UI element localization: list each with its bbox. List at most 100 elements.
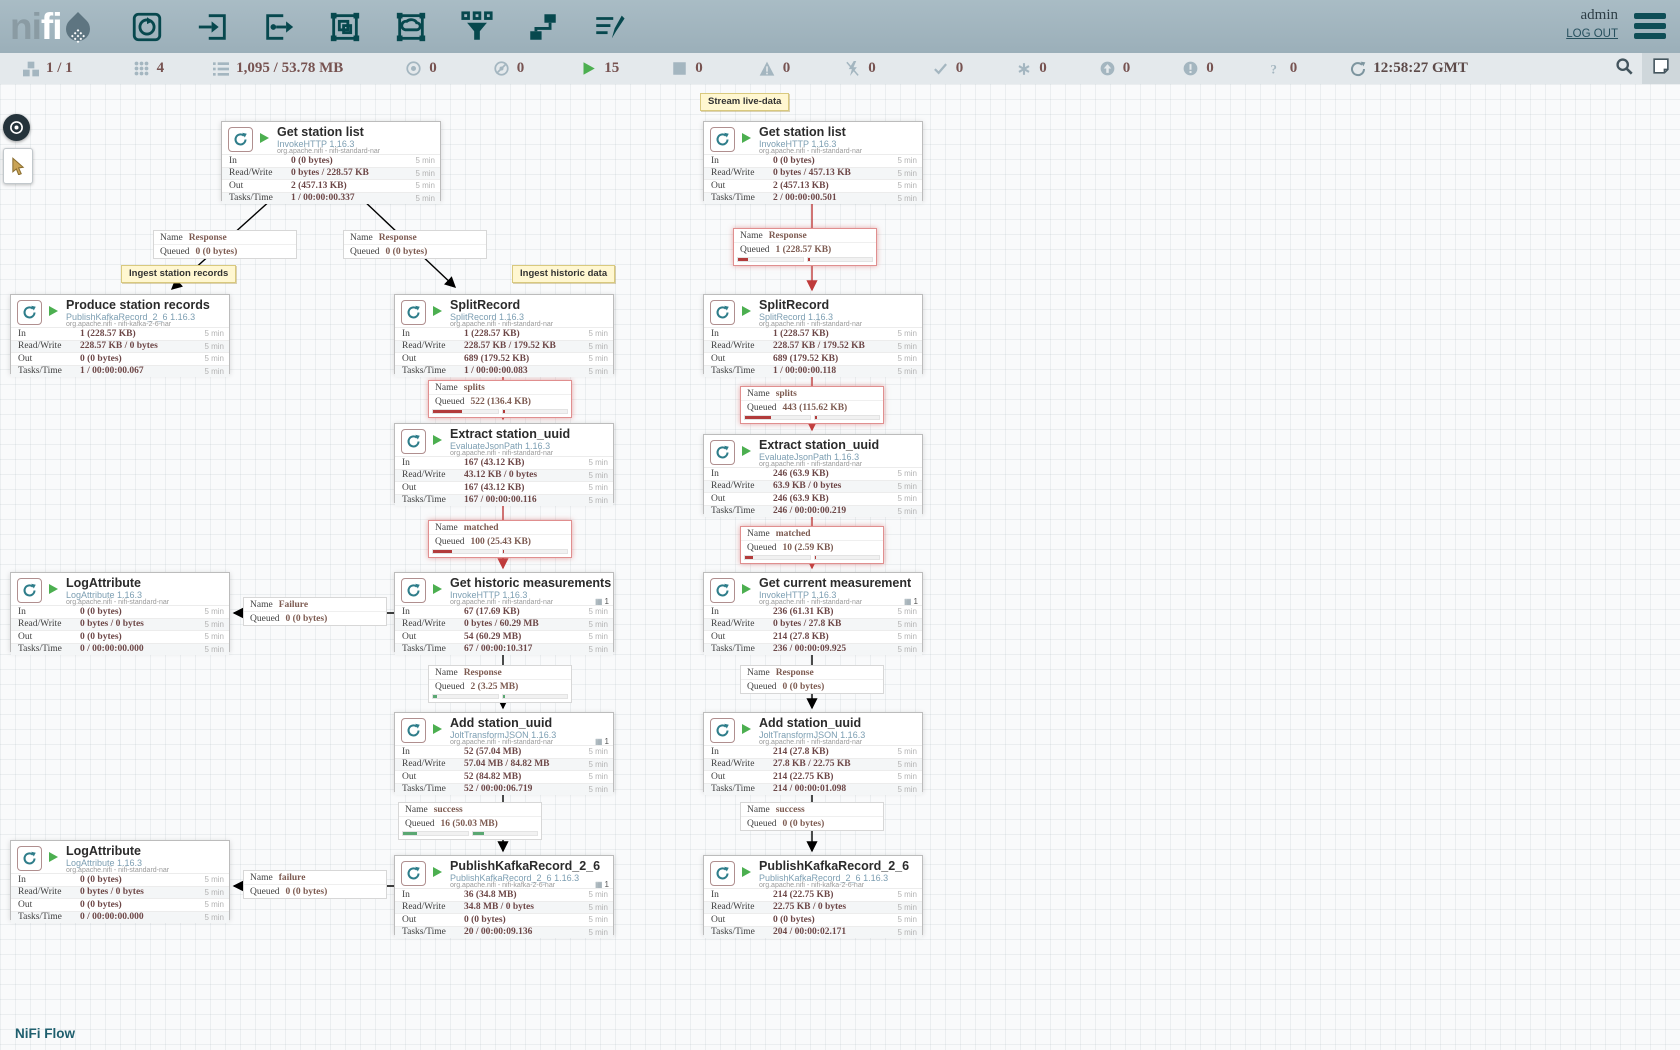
- locally-modified-icon: [1015, 60, 1032, 77]
- status-stale: 0: [1099, 60, 1131, 77]
- processor-get-station-list-left[interactable]: Get station list InvokeHTTP 1.16.3 org.a…: [221, 121, 441, 201]
- connection-response-to-splitrecord-left[interactable]: NameResponse Queued0 (0 bytes): [343, 230, 487, 259]
- processor-bundle: org.apache.nifi - nifi-standard-nar: [450, 450, 553, 457]
- stat-label: Tasks/Time: [704, 193, 773, 203]
- processor-logattribute-top[interactable]: LogAttribute LogAttribute 1.16.3 org.apa…: [10, 572, 230, 652]
- processor-title: Add station_uuid: [450, 716, 552, 730]
- connection-splits-right[interactable]: Namesplits Queued443 (115.62 KB): [740, 386, 884, 424]
- connection-splits-left[interactable]: Namesplits Queued522 (136.4 KB): [428, 380, 572, 418]
- processor-title: Produce station records: [66, 298, 210, 312]
- stat-tasks-time: 214 / 00:00:01.098: [773, 784, 883, 794]
- stat-out: 2 (457.13 KB): [773, 181, 883, 191]
- processor-splitrecord-left[interactable]: SplitRecord SplitRecord 1.16.3 org.apach…: [394, 294, 614, 374]
- stat-read-write: 22.75 KB / 0 bytes: [773, 902, 883, 912]
- input-port-icon[interactable]: [194, 8, 232, 46]
- remote-process-group-icon[interactable]: [392, 8, 430, 46]
- connection-success-to-publishkafka-left[interactable]: Namesuccess Queued16 (50.03 MB): [398, 802, 542, 840]
- stat-out: 0 (0 bytes): [80, 900, 190, 910]
- processor-title: Get station list: [277, 125, 364, 139]
- stat-window: 5 min: [190, 607, 229, 616]
- birdseye-toggle-button[interactable]: [1642, 53, 1680, 84]
- output-port-icon[interactable]: [260, 8, 298, 46]
- stat-tasks-time: 1 / 00:00:00.083: [464, 366, 574, 376]
- stat-label: Out: [395, 772, 464, 782]
- stat-read-write: 0 bytes / 457.13 KB: [773, 168, 883, 178]
- birdseye-icon: [1653, 58, 1669, 79]
- connection-response-to-splitrecord-right[interactable]: NameResponse Queued1 (228.57 KB): [733, 228, 877, 266]
- processor-logattribute-bottom[interactable]: LogAttribute LogAttribute 1.16.3 org.apa…: [10, 840, 230, 920]
- cluster-icon: [22, 60, 39, 77]
- stat-read-write: 0 bytes / 0 bytes: [80, 887, 190, 897]
- processor-produce-station-records[interactable]: Produce station records PublishKafkaReco…: [10, 294, 230, 374]
- processor-extract-station-uuid-right[interactable]: Extract station_uuid EvaluateJsonPath 1.…: [703, 434, 923, 514]
- stat-label: In: [704, 469, 773, 479]
- processor-type-icon: [710, 440, 735, 465]
- stat-label: In: [395, 607, 464, 617]
- stat-label: Out: [11, 900, 80, 910]
- stat-window: 5 min: [883, 928, 922, 937]
- navigate-palette-toggle[interactable]: [3, 114, 30, 141]
- canvas-label-stream-live-data[interactable]: Stream live-data: [700, 93, 789, 111]
- processor-add-station-uuid-left[interactable]: Add station_uuid JoltTransformJSON 1.16.…: [394, 712, 614, 792]
- stat-label: Tasks/Time: [395, 644, 464, 654]
- connection-response-to-produce[interactable]: NameResponse Queued0 (0 bytes): [153, 230, 297, 259]
- up-to-date-icon: [932, 60, 949, 77]
- stat-out: 0 (0 bytes): [80, 632, 190, 642]
- processor-get-historic-measurements[interactable]: Get historic measurements InvokeHTTP 1.1…: [394, 572, 614, 652]
- stat-out: 689 (179.52 KB): [464, 354, 574, 364]
- label-icon[interactable]: [590, 8, 628, 46]
- funnel-icon[interactable]: [458, 8, 496, 46]
- stat-window: 5 min: [883, 632, 922, 641]
- processor-splitrecord-right[interactable]: SplitRecord SplitRecord 1.16.3 org.apach…: [703, 294, 923, 374]
- stat-in: 1 (228.57 KB): [464, 329, 574, 339]
- threads-grid-icon: ▦: [595, 597, 603, 606]
- status-sync-failure: ? 0: [1266, 60, 1298, 77]
- search-button[interactable]: [1606, 53, 1642, 84]
- canvas-label-ingest-historic-data[interactable]: Ingest historic data: [512, 265, 615, 283]
- stat-window: 5 min: [883, 354, 922, 363]
- current-user: admin: [1566, 7, 1618, 24]
- status-locally-modified: 0: [1015, 60, 1047, 77]
- stat-in: 214 (27.8 KB): [773, 747, 883, 757]
- locally-modified-stale-icon: [1182, 60, 1199, 77]
- connection-matched-left[interactable]: Namematched Queued100 (25.43 KB): [428, 520, 572, 558]
- template-icon[interactable]: [524, 8, 562, 46]
- refresh-icon[interactable]: [1349, 60, 1366, 77]
- stat-label: Read/Write: [11, 887, 80, 897]
- connection-failure-to-logattribute-top[interactable]: NameFailure Queued0 (0 bytes): [243, 597, 387, 626]
- stat-tasks-time: 167 / 00:00:00.116: [464, 495, 574, 505]
- stat-label: Out: [704, 632, 773, 642]
- flow-canvas[interactable]: Stream live-data Ingest station records …: [0, 84, 1680, 1050]
- processor-get-current-measurement[interactable]: Get current measurement InvokeHTTP 1.16.…: [703, 572, 923, 652]
- connection-matched-right[interactable]: Namematched Queued10 (2.59 KB): [740, 526, 884, 564]
- logout-link[interactable]: LOG OUT: [1566, 28, 1618, 40]
- breadcrumb[interactable]: NiFi Flow: [15, 1026, 75, 1041]
- stat-window: 5 min: [883, 329, 922, 338]
- processor-publishkafkarecord-right[interactable]: PublishKafkaRecord_2_6 PublishKafkaRecor…: [703, 855, 923, 935]
- processor-publishkafkarecord-left[interactable]: PublishKafkaRecord_2_6 PublishKafkaRecor…: [394, 855, 614, 935]
- operate-palette-toggle[interactable]: [3, 148, 33, 184]
- canvas-label-ingest-station-records[interactable]: Ingest station records: [121, 265, 236, 283]
- stat-label: Out: [704, 181, 773, 191]
- processor-add-station-uuid-right[interactable]: Add station_uuid JoltTransformJSON 1.16.…: [703, 712, 923, 792]
- connection-response-to-add-station-uuid-left[interactable]: NameResponse Queued2 (3.25 MB): [428, 665, 572, 703]
- global-menu-icon[interactable]: [1634, 13, 1666, 39]
- processor-type-icon: [401, 300, 426, 325]
- connection-response-to-add-station-uuid-right[interactable]: NameResponse Queued0 (0 bytes): [740, 665, 884, 694]
- status-not-transmitting: 0: [493, 60, 525, 77]
- running-indicator-icon: [433, 724, 442, 734]
- connection-failure-to-logattribute-bottom[interactable]: Namefailure Queued0 (0 bytes): [243, 870, 387, 899]
- stat-out: 0 (0 bytes): [464, 915, 574, 925]
- processor-extract-station-uuid-left[interactable]: Extract station_uuid EvaluateJsonPath 1.…: [394, 423, 614, 503]
- running-indicator-icon: [742, 306, 751, 316]
- processor-get-station-list-right[interactable]: Get station list InvokeHTTP 1.16.3 org.a…: [703, 121, 923, 201]
- processor-type-icon: [401, 861, 426, 886]
- processor-icon[interactable]: [128, 8, 166, 46]
- stat-in: 0 (0 bytes): [773, 156, 883, 166]
- process-group-icon[interactable]: [326, 8, 364, 46]
- stat-window: 5 min: [190, 620, 229, 629]
- status-queued: 1,095 / 53.78 MB: [212, 60, 343, 77]
- disabled-icon: [844, 60, 861, 77]
- stat-label: Out: [395, 632, 464, 642]
- connection-success-to-publishkafka-right[interactable]: Namesuccess Queued0 (0 bytes): [740, 802, 884, 831]
